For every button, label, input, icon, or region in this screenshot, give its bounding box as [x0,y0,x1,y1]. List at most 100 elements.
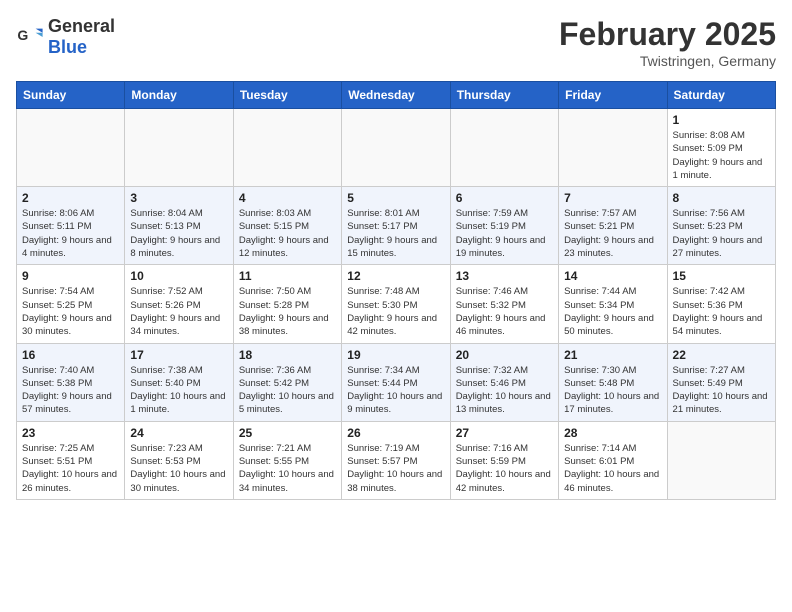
day-info: Sunrise: 7:56 AM Sunset: 5:23 PM Dayligh… [673,207,770,260]
day-number: 13 [456,269,553,283]
calendar-day-cell: 1 Sunrise: 8:08 AM Sunset: 5:09 PM Daylig… [667,109,775,187]
day-number: 18 [239,348,336,362]
calendar-day-cell: 16 Sunrise: 7:40 AM Sunset: 5:38 PM Dayli… [17,343,125,421]
weekday-header: Sunday [17,82,125,109]
day-number: 23 [22,426,119,440]
day-info: Sunrise: 7:42 AM Sunset: 5:36 PM Dayligh… [673,285,770,338]
calendar-day-cell: 23Sunrise: 7:25 AM Sunset: 5:51 PM Dayli… [17,421,125,499]
calendar-day-cell: 7Sunrise: 7:57 AM Sunset: 5:21 PM Daylig… [559,187,667,265]
calendar-day-cell [342,109,450,187]
day-info: Sunrise: 8:08 AM Sunset: 5:09 PM Dayligh… [673,129,770,182]
calendar-day-cell: 6 Sunrise: 7:59 AM Sunset: 5:19 PM Daylig… [450,187,558,265]
calendar-day-cell [17,109,125,187]
weekday-header: Friday [559,82,667,109]
day-number: 20 [456,348,553,362]
weekday-header: Monday [125,82,233,109]
day-number: 17 [130,348,227,362]
calendar-day-cell: 5Sunrise: 8:01 AM Sunset: 5:17 PM Daylig… [342,187,450,265]
calendar-day-cell [667,421,775,499]
weekday-header: Tuesday [233,82,341,109]
calendar-day-cell [233,109,341,187]
day-info: Sunrise: 7:19 AM Sunset: 5:57 PM Dayligh… [347,442,444,495]
calendar-day-cell: 17 Sunrise: 7:38 AM Sunset: 5:40 PM Dayli… [125,343,233,421]
location: Twistringen, Germany [559,53,776,69]
calendar-day-cell: 27 Sunrise: 7:16 AM Sunset: 5:59 PM Dayli… [450,421,558,499]
day-number: 12 [347,269,444,283]
day-number: 10 [130,269,227,283]
day-info: Sunrise: 7:59 AM Sunset: 5:19 PM Dayligh… [456,207,553,260]
calendar-day-cell: 4 Sunrise: 8:03 AM Sunset: 5:15 PM Daylig… [233,187,341,265]
day-info: Sunrise: 7:16 AM Sunset: 5:59 PM Dayligh… [456,442,553,495]
day-info: Sunrise: 7:54 AM Sunset: 5:25 PM Dayligh… [22,285,119,338]
day-number: 16 [22,348,119,362]
day-number: 8 [673,191,770,205]
logo-blue: Blue [48,37,87,57]
logo-general: General [48,16,115,36]
day-info: Sunrise: 7:36 AM Sunset: 5:42 PM Dayligh… [239,364,336,417]
logo-icon: G [16,23,44,51]
day-number: 15 [673,269,770,283]
day-number: 21 [564,348,661,362]
calendar-day-cell [559,109,667,187]
calendar-table: SundayMondayTuesdayWednesdayThursdayFrid… [16,81,776,500]
day-info: Sunrise: 7:34 AM Sunset: 5:44 PM Dayligh… [347,364,444,417]
calendar-day-cell: 12Sunrise: 7:48 AM Sunset: 5:30 PM Dayli… [342,265,450,343]
calendar-day-cell: 15 Sunrise: 7:42 AM Sunset: 5:36 PM Dayli… [667,265,775,343]
calendar-week-row: 2 Sunrise: 8:06 AM Sunset: 5:11 PM Daylig… [17,187,776,265]
calendar-day-cell: 11Sunrise: 7:50 AM Sunset: 5:28 PM Dayli… [233,265,341,343]
calendar-week-row: 16 Sunrise: 7:40 AM Sunset: 5:38 PM Dayli… [17,343,776,421]
weekday-header: Thursday [450,82,558,109]
day-number: 26 [347,426,444,440]
calendar-week-row: 9 Sunrise: 7:54 AM Sunset: 5:25 PM Daylig… [17,265,776,343]
day-number: 11 [239,269,336,283]
calendar-day-cell [125,109,233,187]
day-info: Sunrise: 7:32 AM Sunset: 5:46 PM Dayligh… [456,364,553,417]
calendar-day-cell: 2 Sunrise: 8:06 AM Sunset: 5:11 PM Daylig… [17,187,125,265]
weekday-header: Saturday [667,82,775,109]
day-info: Sunrise: 7:38 AM Sunset: 5:40 PM Dayligh… [130,364,227,417]
calendar-day-cell: 10Sunrise: 7:52 AM Sunset: 5:26 PM Dayli… [125,265,233,343]
day-number: 9 [22,269,119,283]
weekday-header-row: SundayMondayTuesdayWednesdayThursdayFrid… [17,82,776,109]
calendar-day-cell: 24 Sunrise: 7:23 AM Sunset: 5:53 PM Dayli… [125,421,233,499]
day-number: 1 [673,113,770,127]
day-info: Sunrise: 8:03 AM Sunset: 5:15 PM Dayligh… [239,207,336,260]
day-number: 19 [347,348,444,362]
day-number: 2 [22,191,119,205]
day-number: 5 [347,191,444,205]
day-number: 27 [456,426,553,440]
calendar-day-cell: 18 Sunrise: 7:36 AM Sunset: 5:42 PM Dayli… [233,343,341,421]
month-title: February 2025 [559,16,776,53]
day-info: Sunrise: 7:14 AM Sunset: 6:01 PM Dayligh… [564,442,661,495]
calendar-week-row: 1 Sunrise: 8:08 AM Sunset: 5:09 PM Daylig… [17,109,776,187]
day-number: 6 [456,191,553,205]
day-info: Sunrise: 7:21 AM Sunset: 5:55 PM Dayligh… [239,442,336,495]
day-number: 25 [239,426,336,440]
day-info: Sunrise: 7:23 AM Sunset: 5:53 PM Dayligh… [130,442,227,495]
calendar-day-cell: 13 Sunrise: 7:46 AM Sunset: 5:32 PM Dayli… [450,265,558,343]
calendar-day-cell: 9 Sunrise: 7:54 AM Sunset: 5:25 PM Daylig… [17,265,125,343]
day-number: 4 [239,191,336,205]
calendar-day-cell [450,109,558,187]
calendar-day-cell: 21 Sunrise: 7:30 AM Sunset: 5:48 PM Dayli… [559,343,667,421]
calendar-day-cell: 20 Sunrise: 7:32 AM Sunset: 5:46 PM Dayli… [450,343,558,421]
calendar-day-cell: 14 Sunrise: 7:44 AM Sunset: 5:34 PM Dayli… [559,265,667,343]
page-header: G General Blue February 2025 Twistringen… [16,16,776,69]
day-number: 3 [130,191,227,205]
day-number: 22 [673,348,770,362]
day-info: Sunrise: 7:46 AM Sunset: 5:32 PM Dayligh… [456,285,553,338]
day-info: Sunrise: 7:57 AM Sunset: 5:21 PM Dayligh… [564,207,661,260]
calendar-day-cell: 8 Sunrise: 7:56 AM Sunset: 5:23 PM Daylig… [667,187,775,265]
calendar-day-cell: 28 Sunrise: 7:14 AM Sunset: 6:01 PM Dayli… [559,421,667,499]
title-block: February 2025 Twistringen, Germany [559,16,776,69]
day-number: 14 [564,269,661,283]
day-info: Sunrise: 7:40 AM Sunset: 5:38 PM Dayligh… [22,364,119,417]
calendar-day-cell: 3Sunrise: 8:04 AM Sunset: 5:13 PM Daylig… [125,187,233,265]
day-info: Sunrise: 8:06 AM Sunset: 5:11 PM Dayligh… [22,207,119,260]
calendar-day-cell: 26 Sunrise: 7:19 AM Sunset: 5:57 PM Dayli… [342,421,450,499]
day-number: 28 [564,426,661,440]
day-info: Sunrise: 7:30 AM Sunset: 5:48 PM Dayligh… [564,364,661,417]
day-info: Sunrise: 7:44 AM Sunset: 5:34 PM Dayligh… [564,285,661,338]
calendar-day-cell: 25 Sunrise: 7:21 AM Sunset: 5:55 PM Dayli… [233,421,341,499]
day-number: 24 [130,426,227,440]
